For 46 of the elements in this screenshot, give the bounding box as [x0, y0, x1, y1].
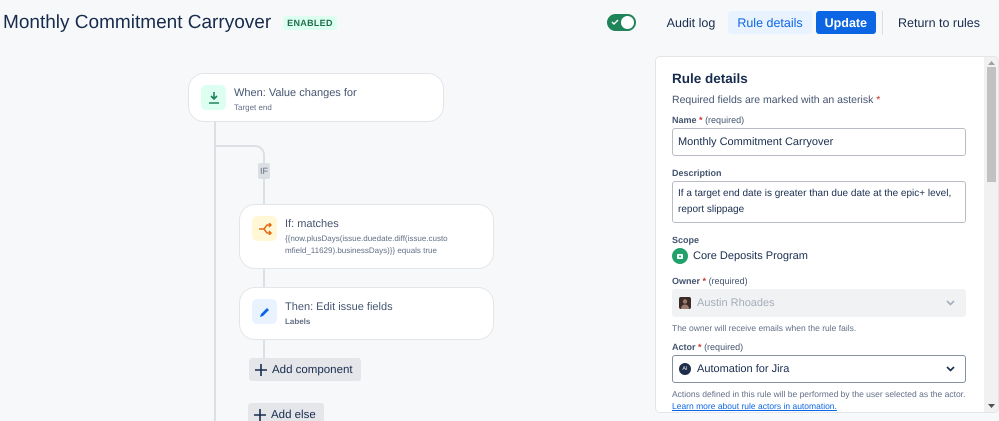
scrollbar-thumb[interactable] — [986, 67, 996, 182]
status-lozenge: ENABLED — [283, 16, 337, 30]
condition-card[interactable]: If: matches {{now.plusDays(issue.duedate.diff(issue.customfield_11629).businessDays)}} equals true — [239, 204, 494, 269]
required-note: Required fields are marked with an asterisk * — [672, 94, 882, 106]
avatar-icon — [679, 297, 691, 309]
scroll-up-icon[interactable] — [988, 61, 994, 65]
card-subtitle: {{now.plusDays(issue.duedate.diff(issue.customfield_11629).businessDays)}} equals true — [285, 233, 449, 257]
name-field[interactable]: Monthly Commitment Carryover — [672, 128, 966, 156]
return-button[interactable]: Return to rules — [889, 11, 989, 34]
help-text: Actions defined in this rule will be performed by the user selected as the actor. Learn more about rule actors in automation. — [672, 388, 966, 412]
pencil-icon — [258, 306, 270, 318]
action-card[interactable]: Then: Edit issue fields Labels — [239, 287, 494, 340]
card-title: If: matches — [285, 218, 340, 230]
chevron-down-icon — [946, 300, 955, 306]
field-label: Scope — [672, 235, 700, 245]
plus-icon — [255, 364, 267, 376]
branch-icon — [258, 222, 272, 234]
card-subtitle: Target end — [234, 102, 273, 114]
trigger-card[interactable]: When: Value changes for Target end — [188, 73, 444, 122]
enable-toggle[interactable] — [606, 14, 636, 31]
add-button[interactable]: Add component — [249, 358, 361, 381]
field-label: Name * (required) — [672, 115, 746, 125]
scroll-down-icon[interactable] — [988, 404, 994, 408]
help-link[interactable]: Learn more about rule actors in automation. — [672, 401, 837, 411]
project-icon — [672, 248, 688, 264]
card-title: When: Value changes for — [234, 87, 358, 99]
plus-icon — [254, 408, 266, 420]
header-button[interactable]: Update — [816, 11, 876, 34]
chevron-down-icon — [946, 366, 955, 372]
scrollbar[interactable] — [984, 57, 998, 412]
download-icon — [208, 91, 220, 104]
field-label: Owner * (required) — [672, 276, 749, 286]
check-icon — [610, 18, 619, 26]
header-button[interactable]: Audit log — [658, 11, 724, 34]
if-label: IF — [258, 163, 270, 179]
card-title: Then: Edit issue fields — [285, 301, 394, 313]
panel-title: Rule details — [672, 71, 749, 86]
description-field[interactable]: If a target end date is greater than due date at the epic+ level, report slippage — [672, 181, 966, 223]
help-text: The owner will receive emails when the rule fails. — [672, 322, 858, 334]
rule-title: Monthly Commitment Carryover — [3, 12, 272, 34]
scope-value: Core Deposits Program — [693, 250, 808, 262]
card-subtitle: Labels — [285, 316, 312, 328]
add-button[interactable]: Add else — [248, 403, 324, 421]
header-button[interactable]: Rule details — [728, 11, 812, 34]
field-label: Actor * (required) — [672, 342, 744, 352]
field-label: Description — [672, 168, 723, 178]
